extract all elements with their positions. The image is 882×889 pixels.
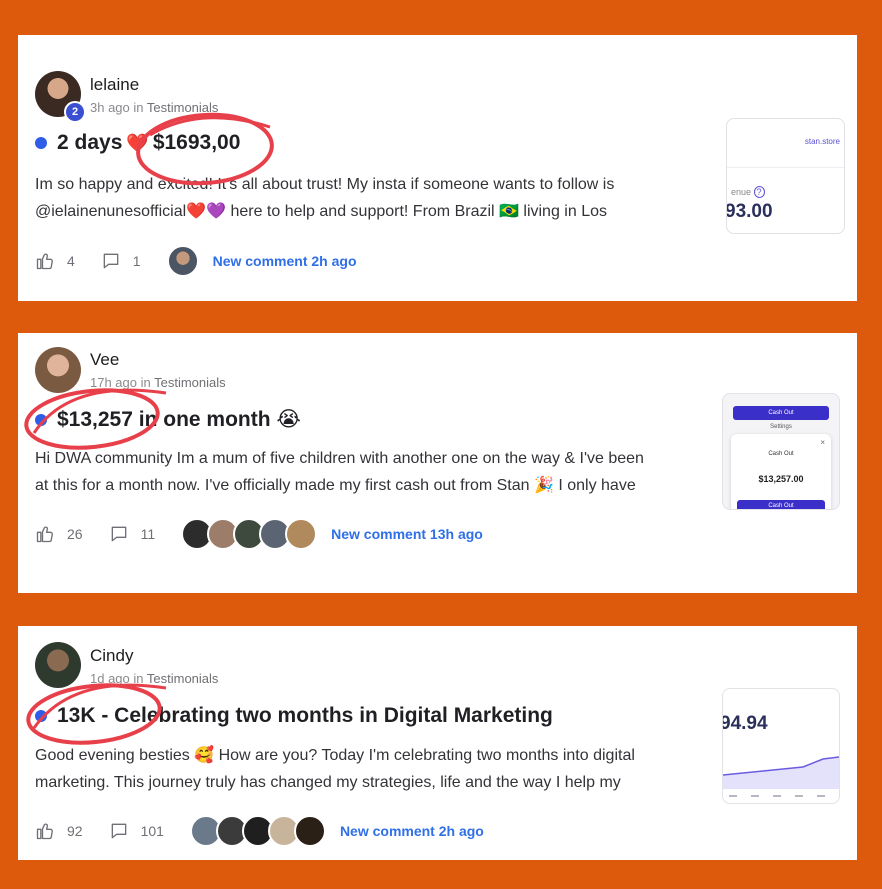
post-thumbnail[interactable]: Cash Out Settings × Cash Out $13,257.00 … bbox=[722, 393, 840, 510]
thumb-panel-label: Cash Out bbox=[768, 451, 794, 457]
unread-dot-icon bbox=[35, 137, 47, 149]
post-meta: 3h ago in Testimonials bbox=[90, 100, 218, 115]
thumb-cashout-button: Cash Out bbox=[733, 406, 829, 420]
unread-dot-icon bbox=[35, 710, 47, 722]
thumb-sparkline bbox=[723, 756, 839, 797]
excerpt-line: @ielainenunesofficial❤️💜 here to help an… bbox=[35, 203, 607, 220]
post-excerpt: Good evening besties 🥰 How are you? Toda… bbox=[35, 742, 715, 796]
excerpt-line: Im so happy and excited! It's all about … bbox=[35, 176, 615, 193]
avatar[interactable] bbox=[285, 518, 318, 550]
title-amount: $1693,00 bbox=[152, 131, 241, 154]
avatar[interactable] bbox=[35, 347, 81, 393]
title-text: $13,257 in one month 😭 bbox=[57, 408, 301, 431]
category-link[interactable]: Testimonials bbox=[147, 100, 219, 115]
thumb-value: $13,257.00 bbox=[758, 474, 804, 484]
post-actions: 4 1 New comment 2h ago bbox=[35, 245, 357, 277]
post-thumbnail[interactable]: 94.94 bbox=[722, 688, 840, 804]
commenter-avatars bbox=[166, 245, 199, 277]
comment-count: 11 bbox=[140, 526, 156, 542]
level-badge: 2 bbox=[64, 101, 86, 123]
title-text: 13K - Celebrating two months in Digital … bbox=[57, 704, 553, 727]
commenter-avatars bbox=[181, 518, 318, 550]
post-actions: 92 101 New comment 2h ago bbox=[35, 815, 484, 847]
post-excerpt: Hi DWA community Im a mum of five childr… bbox=[35, 445, 715, 499]
thumb-value: 93.00 bbox=[726, 201, 773, 222]
thumb-settings: Settings bbox=[770, 424, 792, 430]
post-meta: 17h ago in Testimonials bbox=[90, 375, 226, 390]
like-icon[interactable] bbox=[35, 251, 55, 271]
thumb-cta: Cash Out bbox=[737, 500, 825, 509]
comment-icon[interactable] bbox=[109, 524, 129, 544]
like-count: 26 bbox=[67, 526, 83, 542]
post-title[interactable]: 2 days ❤️ $1693,00 bbox=[35, 131, 240, 155]
author-name[interactable]: Cindy bbox=[90, 646, 133, 666]
comment-icon[interactable] bbox=[101, 251, 121, 271]
post-time: 17h ago in bbox=[90, 375, 151, 390]
post-title[interactable]: 13K - Celebrating two months in Digital … bbox=[35, 704, 553, 728]
like-count: 4 bbox=[67, 253, 75, 269]
post-thumbnail[interactable]: stan.store enue ? 93.00 bbox=[726, 118, 845, 234]
post-title[interactable]: $13,257 in one month 😭 bbox=[35, 407, 301, 432]
excerpt-line: Hi DWA community Im a mum of five childr… bbox=[35, 450, 644, 467]
comment-count: 1 bbox=[132, 253, 141, 269]
thumb-panel: × Cash Out $13,257.00 Cash Out bbox=[731, 434, 831, 509]
author-name[interactable]: Vee bbox=[90, 350, 119, 370]
new-comment-link[interactable]: New comment 13h ago bbox=[331, 526, 483, 542]
post-card[interactable]: Cindy 1d ago in Testimonials 13K - Celeb… bbox=[18, 626, 857, 860]
comment-count: 101 bbox=[140, 823, 164, 839]
new-comment-link[interactable]: New comment 2h ago bbox=[340, 823, 484, 839]
post-actions: 26 11 New comment 13h ago bbox=[35, 518, 483, 550]
thumb-value: 94.94 bbox=[722, 713, 768, 734]
thumb-divider bbox=[727, 167, 844, 168]
like-icon[interactable] bbox=[35, 524, 55, 544]
commenter-avatars bbox=[189, 815, 326, 847]
category-link[interactable]: Testimonials bbox=[147, 671, 219, 686]
post-card[interactable]: Vee 17h ago in Testimonials $13,257 in o… bbox=[18, 333, 857, 593]
comment-icon[interactable] bbox=[109, 821, 129, 841]
title-prefix: 2 days bbox=[57, 131, 123, 154]
like-count: 92 bbox=[67, 823, 83, 839]
thumb-site: stan.store bbox=[804, 137, 840, 146]
excerpt-line: Good evening besties 🥰 How are you? Toda… bbox=[35, 747, 635, 764]
unread-dot-icon bbox=[35, 413, 47, 426]
heart-emoji: ❤️ bbox=[126, 132, 149, 153]
post-meta: 1d ago in Testimonials bbox=[90, 671, 218, 686]
avatar[interactable] bbox=[166, 245, 199, 277]
like-icon[interactable] bbox=[35, 821, 55, 841]
post-card[interactable]: 2 lelaine 3h ago in Testimonials 2 days … bbox=[18, 35, 857, 301]
post-time: 3h ago in bbox=[90, 100, 144, 115]
excerpt-line: marketing. This journey truly has change… bbox=[35, 774, 621, 791]
post-excerpt: Im so happy and excited! It's all about … bbox=[35, 171, 715, 225]
author-name[interactable]: lelaine bbox=[90, 75, 139, 95]
avatar[interactable] bbox=[35, 642, 81, 688]
post-time: 1d ago in bbox=[90, 671, 144, 686]
category-link[interactable]: Testimonials bbox=[154, 375, 226, 390]
thumb-label: enue ? bbox=[731, 186, 765, 198]
close-icon: × bbox=[820, 438, 825, 447]
avatar[interactable] bbox=[293, 815, 326, 847]
new-comment-link[interactable]: New comment 2h ago bbox=[213, 253, 357, 269]
excerpt-line: at this for a month now. I've officially… bbox=[35, 477, 636, 494]
